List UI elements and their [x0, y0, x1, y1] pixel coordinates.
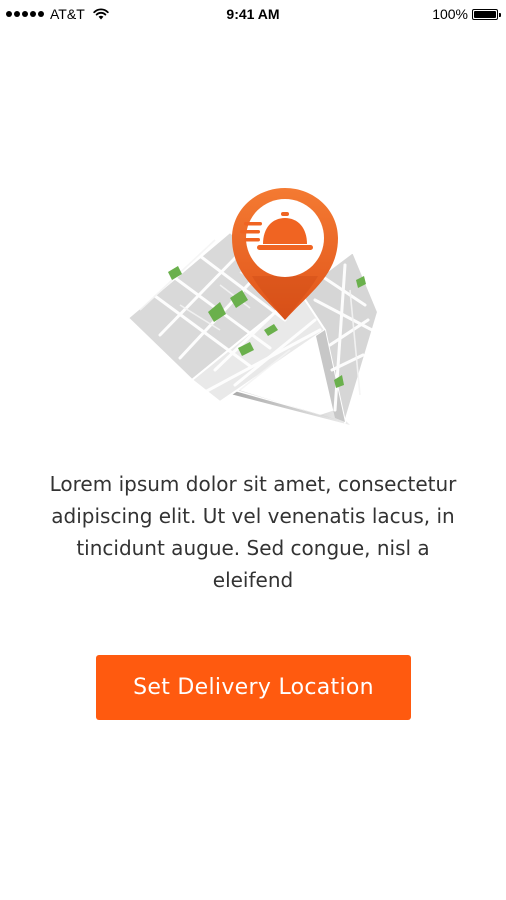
battery-percent: 100%	[432, 6, 468, 22]
map-location-pin-icon	[126, 188, 380, 426]
description-text: Lorem ipsum dolor sit amet, consectetur …	[49, 472, 457, 592]
status-right: 100%	[432, 6, 501, 22]
status-bar: AT&T 9:41 AM 100%	[0, 0, 506, 28]
status-time: 9:41 AM	[226, 6, 280, 22]
battery-level-fill	[474, 10, 496, 18]
set-delivery-location-button[interactable]: Set Delivery Location	[96, 655, 411, 720]
battery-icon	[472, 8, 501, 20]
